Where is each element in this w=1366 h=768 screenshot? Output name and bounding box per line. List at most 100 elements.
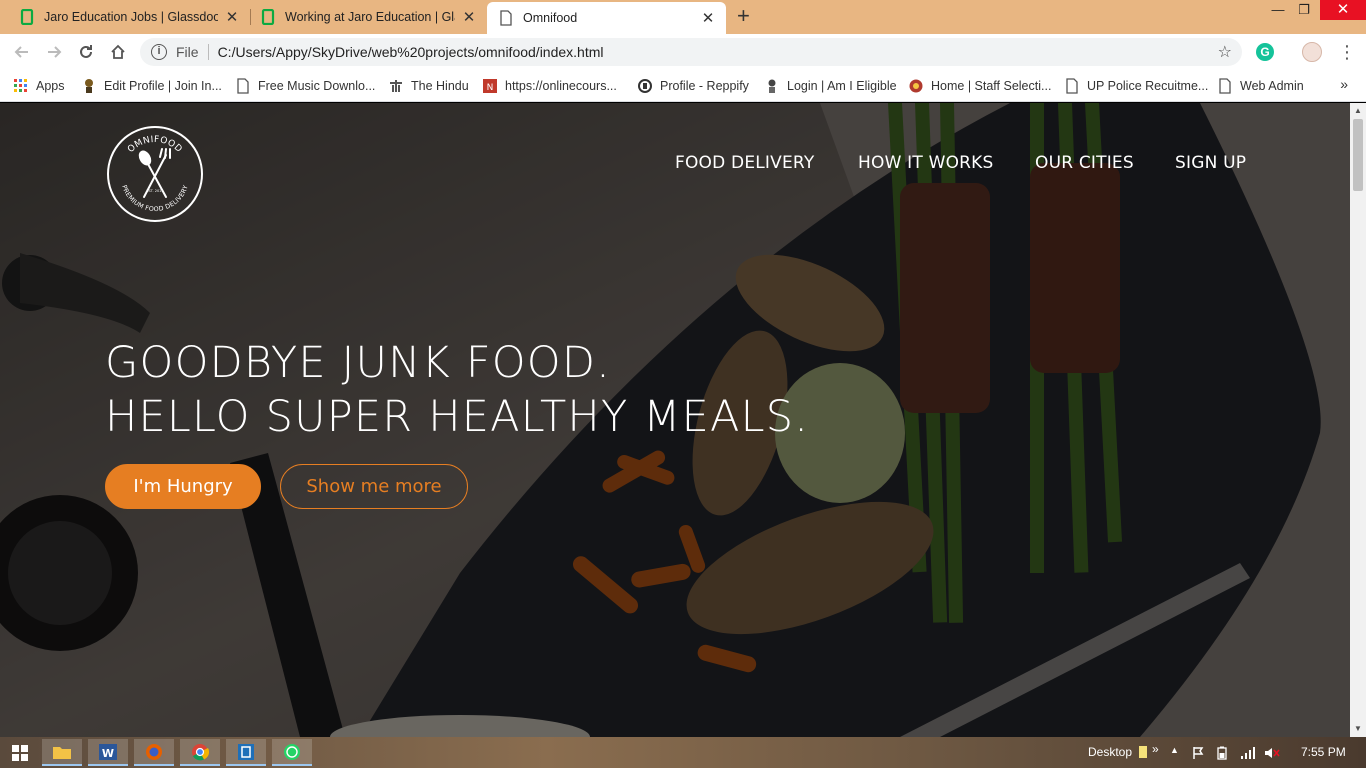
the-hindu-icon [390,80,402,92]
forward-button[interactable] [42,40,66,64]
chrome-icon [192,743,209,760]
tab-working-at-jaro[interactable]: Working at Jaro Education | Glass ✕ [251,0,487,34]
menu-icon[interactable]: ⋮ [1338,40,1356,64]
reppify-icon [638,79,652,93]
taskbar-chrome[interactable] [180,739,220,766]
info-icon[interactable]: i [151,44,167,60]
taskbar-file-explorer[interactable] [42,739,82,766]
scroll-up-arrow-icon[interactable]: ▲ [1350,103,1366,119]
bookmark-label: Edit Profile | Join In... [104,79,222,93]
tab-jaro-jobs[interactable]: Jaro Education Jobs | Glassdoor.c ✕ [0,0,250,34]
url-scheme: File [176,44,199,60]
reload-button[interactable] [74,40,98,64]
bookmark-label: Profile - Reppify [660,79,749,93]
windows-logo-icon [12,744,28,761]
emblem-icon [768,79,776,93]
ssc-icon [909,79,923,93]
back-arrow-icon [14,46,28,58]
bookmark-label: UP Police Recuitme... [1087,79,1209,93]
bookmark-apps[interactable]: Apps [14,77,65,95]
url-divider [207,44,209,60]
home-button[interactable] [106,40,130,64]
bookmark-the-hindu[interactable]: The Hindu [389,77,469,95]
taskbar-word[interactable]: W [88,739,128,766]
bookmark-label: The Hindu [411,79,469,93]
restore-button[interactable]: ❐ [1284,0,1324,20]
desktop-toolbar-label[interactable]: Desktop [1088,745,1132,759]
forward-arrow-icon [48,46,62,58]
page-scrollbar[interactable]: ▲ ▼ [1350,103,1366,737]
tab-title: Omnifood [523,11,578,25]
action-center-flag-icon[interactable] [1192,746,1204,760]
page-icon [237,78,249,94]
bookmark-label: Free Music Downlo... [258,79,376,93]
hero-headline: GOODBYE JUNK FOOD. HELLO SUPER HEALTHY M… [105,336,809,444]
headline-line-1: GOODBYE JUNK FOOD. [105,338,612,388]
svg-text:W: W [102,747,114,760]
browser-toolbar: i File C:/Users/Appy/SkyDrive/web%20proj… [0,34,1366,70]
taskbar-app[interactable] [226,739,266,766]
bookmarks-overflow-button[interactable]: » [1340,76,1348,92]
scrollbar-thumb[interactable] [1353,119,1363,191]
nav-sign-up[interactable]: SIGN UP [1175,153,1246,173]
bookmark-edit-profile[interactable]: Edit Profile | Join In... [82,77,222,95]
nav-how-it-works[interactable]: HOW IT WORKS [858,153,994,173]
page-icon [1066,78,1078,94]
bookmark-up-police[interactable]: UP Police Recuitme... [1065,77,1208,95]
volume-muted-icon[interactable] [1264,746,1280,760]
grammarly-icon[interactable]: G [1256,43,1274,61]
omnifood-logo[interactable]: OMNIFOOD PREMIUM FOOD DELIVERY EST. 2015 [106,125,204,223]
nptel-icon: N [483,79,497,93]
bookmark-login-eligible[interactable]: Login | Am I Eligible [765,77,897,95]
bookmark-reppify[interactable]: Profile - Reppify [638,77,749,95]
scroll-down-arrow-icon[interactable]: ▼ [1350,721,1366,737]
app-window-icon [238,743,254,760]
taskbar-firefox[interactable] [134,739,174,766]
tab-close-icon[interactable]: ✕ [700,9,716,27]
bookmark-label: Home | Staff Selecti... [931,79,1052,93]
glassdoor-icon [261,9,275,25]
tab-omnifood[interactable]: Omnifood ✕ [487,2,726,34]
bookmark-label: https://onlinecours... [505,79,617,93]
back-button[interactable] [10,40,34,64]
network-signal-icon[interactable] [1240,746,1256,760]
toolbar-chevron[interactable]: » [1152,742,1159,756]
page-icon [500,10,512,26]
word-icon: W [99,743,117,760]
bookmark-label: Web Admin [1240,79,1304,93]
new-tab-button[interactable]: + [737,4,750,28]
start-button[interactable] [0,739,40,766]
tab-strip: Jaro Education Jobs | Glassdoor.c ✕ Work… [0,0,1366,34]
show-me-more-button[interactable]: Show me more [280,464,468,509]
page-viewport: OMNIFOOD PREMIUM FOOD DELIVERY EST. 2015… [0,103,1350,737]
tab-title: Jaro Education Jobs | Glassdoor.c [44,10,218,24]
tab-close-icon[interactable]: ✕ [461,8,477,26]
glassdoor-icon [20,9,34,25]
headline-line-2: HELLO SUPER HEALTHY MEALS. [105,392,810,442]
svg-text:OMNIFOOD: OMNIFOOD [126,135,184,155]
logo-top-text: OMNIFOOD [126,135,183,155]
bookmark-staff-selection[interactable]: Home | Staff Selecti... [909,77,1051,95]
show-hidden-icons-icon[interactable]: ▲ [1170,745,1179,755]
home-icon [111,44,125,59]
folder-icon [53,746,71,759]
url-text[interactable]: C:/Users/Appy/SkyDrive/web%20projects/om… [218,44,604,60]
bookmark-star-icon[interactable]: ☆ [1218,42,1232,62]
profile-avatar[interactable] [1302,42,1322,62]
taskbar-whatsapp[interactable] [272,739,312,766]
nav-our-cities[interactable]: OUR CITIES [1035,153,1134,173]
address-bar[interactable]: i File C:/Users/Appy/SkyDrive/web%20proj… [140,38,1242,66]
battery-icon[interactable] [1215,746,1229,760]
bookmark-onlinecourses[interactable]: N https://onlinecours... [483,77,617,95]
nav-food-delivery[interactable]: FOOD DELIVERY [675,153,814,173]
tab-close-icon[interactable]: ✕ [224,8,240,26]
bookmark-web-admin[interactable]: Web Admin [1218,77,1304,95]
windows-taskbar: W Desktop » ▲ 7:55 PM [0,737,1366,768]
emblem-icon [85,79,93,93]
bookmark-free-music[interactable]: Free Music Downlo... [236,77,375,95]
im-hungry-button[interactable]: I'm Hungry [105,464,261,509]
page-icon [1219,78,1231,94]
close-window-button[interactable]: ✕ [1320,0,1366,20]
clock-time[interactable]: 7:55 PM [1301,745,1346,759]
bookmark-label: Login | Am I Eligible [787,79,897,93]
